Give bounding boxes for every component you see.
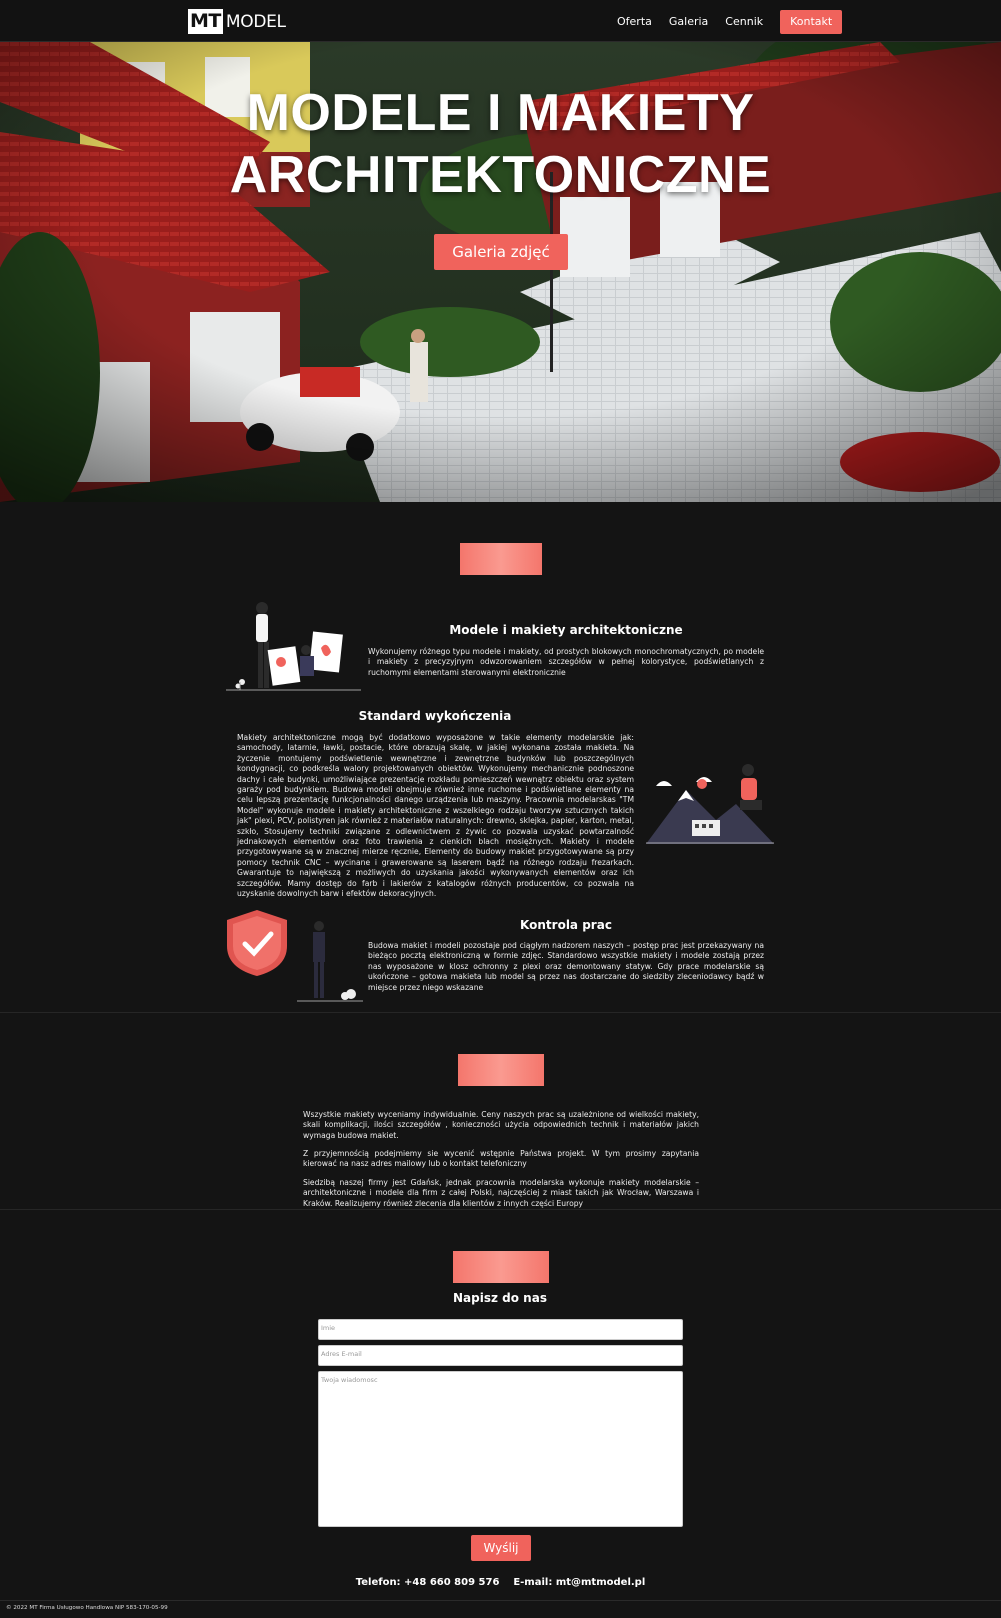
pricing-text-1: Wszystkie makiety wyceniamy indywidualni… bbox=[303, 1110, 699, 1140]
footer-text: © 2022 MT Firma Usługowo Handlowa NIP 58… bbox=[6, 1605, 168, 1611]
gallery-button[interactable]: Galeria zdjęć bbox=[434, 234, 568, 270]
offer-heading-2: Standard wykończenia bbox=[358, 709, 512, 723]
offer-heading-1: Modele i makiety architektoniczne bbox=[449, 623, 683, 637]
quality-control-illustration bbox=[227, 910, 363, 1002]
contact-heading: Napisz do nas bbox=[453, 1291, 547, 1305]
footer: © 2022 MT Firma Usługowo Handlowa NIP 58… bbox=[0, 1600, 1001, 1618]
send-button[interactable]: Wyślij bbox=[471, 1535, 531, 1561]
navbar: MT MODEL Oferta Galeria Cennik Kontakt bbox=[0, 0, 1001, 42]
section-tab-contact bbox=[453, 1251, 549, 1283]
pricing-text-2: Z przyjemnością podejmiemy sie wycenić w… bbox=[303, 1149, 699, 1169]
name-input[interactable]: Imie bbox=[318, 1319, 683, 1340]
pricing-text-3: Siedzibą naszej firmy jest Gdańsk, jedna… bbox=[303, 1178, 699, 1208]
nav-kontakt-button[interactable]: Kontakt bbox=[780, 10, 843, 34]
logo[interactable]: MT MODEL bbox=[188, 9, 286, 34]
artist-illustration bbox=[226, 602, 361, 691]
offer-text-3: Budowa makiet i modeli pozostaje pod cią… bbox=[368, 941, 764, 992]
contact-info: Telefon: +48 660 809 576 E-mail: mt@mtmo… bbox=[355, 1577, 646, 1588]
hero-title-line1: MODELE I MAKIETY bbox=[246, 84, 755, 142]
section-tab-pricing bbox=[458, 1054, 544, 1086]
logo-text: MODEL bbox=[225, 11, 286, 32]
nav-links: Oferta Galeria Cennik Kontakt bbox=[617, 10, 843, 34]
message-textarea[interactable]: Twoja wiadomosc bbox=[318, 1371, 683, 1527]
hero: MODELE I MAKIETY ARCHITEKTONICZNE Galeri… bbox=[0, 42, 1001, 502]
logo-mark: MT bbox=[188, 9, 223, 34]
model-maker-illustration bbox=[646, 764, 774, 844]
offer-text-1: Wykonujemy różnego typu modele i makiety… bbox=[368, 647, 764, 677]
offer-heading-3: Kontrola prac bbox=[520, 918, 612, 932]
nav-link-cennik[interactable]: Cennik bbox=[725, 10, 763, 34]
offer-text-2: Makiety architektoniczne mogą być dodatk… bbox=[237, 733, 634, 899]
divider-1 bbox=[0, 1012, 1001, 1013]
email-input[interactable]: Adres E-mail bbox=[318, 1345, 683, 1366]
hero-title-line2: ARCHITEKTONICZNE bbox=[229, 146, 772, 204]
nav-link-oferta[interactable]: Oferta bbox=[617, 10, 652, 34]
divider-2 bbox=[0, 1209, 1001, 1210]
section-tab-offer bbox=[460, 543, 542, 575]
hero-title: MODELE I MAKIETY ARCHITEKTONICZNE bbox=[0, 82, 1001, 206]
nav-link-galeria[interactable]: Galeria bbox=[669, 10, 708, 34]
